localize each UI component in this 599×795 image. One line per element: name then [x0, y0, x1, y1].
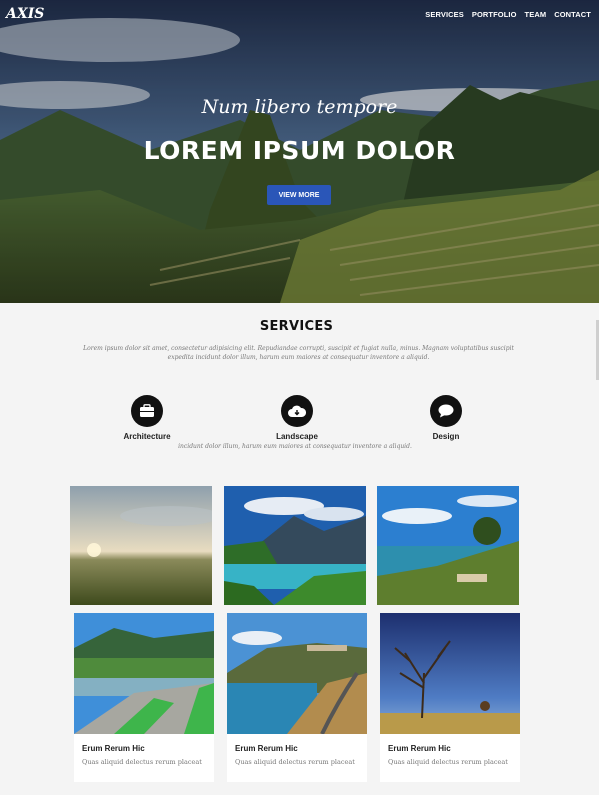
- portfolio-card[interactable]: Erum Rerum Hic Quas aliquid delectus rer…: [380, 734, 520, 782]
- service-design[interactable]: Design: [391, 395, 501, 441]
- nav-link-team[interactable]: TEAM: [525, 10, 547, 19]
- services-note: incidunt dolor illum, harum eum maiores …: [178, 443, 412, 450]
- hero-subtitle: Num libero tempore: [201, 96, 398, 118]
- portfolio-image-lone-tree[interactable]: [380, 613, 520, 734]
- services-heading: SERVICES: [259, 319, 334, 334]
- services-description: Lorem ipsum dolor sit amet, consectetur …: [83, 345, 514, 361]
- service-label-design: Design: [432, 432, 460, 441]
- portfolio-card-title: Erum Rerum Hic: [388, 744, 451, 753]
- portfolio-image-mountain-lake[interactable]: [224, 486, 366, 605]
- portfolio-card-subtitle: Quas aliquid delectus rerum placeat: [388, 758, 508, 766]
- portfolio-image-seaside-bench[interactable]: [377, 486, 519, 605]
- portfolio-card[interactable]: Erum Rerum Hic Quas aliquid delectus rer…: [74, 734, 214, 782]
- site-logo[interactable]: AXIS: [6, 6, 44, 22]
- portfolio-image-sunset-field[interactable]: [70, 486, 212, 605]
- portfolio-card-title: Erum Rerum Hic: [235, 744, 298, 753]
- service-landscape[interactable]: Landscape: [242, 395, 352, 441]
- portfolio-card-title: Erum Rerum Hic: [82, 744, 145, 753]
- portfolio-card[interactable]: Erum Rerum Hic Quas aliquid delectus rer…: [227, 734, 367, 782]
- hero-banner: AXIS SERVICES PORTFOLIO TEAM CONTACT Num…: [0, 0, 599, 303]
- cloud-download-icon: [281, 395, 313, 427]
- hero-title: LOREM IPSUM DOLOR: [143, 136, 456, 165]
- portfolio-image-coastal-bridge[interactable]: [227, 613, 367, 734]
- view-more-button[interactable]: VIEW MORE: [267, 185, 331, 205]
- speech-bubble-icon: [430, 395, 462, 427]
- portfolio-card-subtitle: Quas aliquid delectus rerum placeat: [235, 758, 355, 766]
- nav-link-contact[interactable]: CONTACT: [554, 10, 591, 19]
- portfolio-card-subtitle: Quas aliquid delectus rerum placeat: [82, 758, 202, 766]
- nav-link-services[interactable]: SERVICES: [425, 10, 464, 19]
- service-label-architecture: Architecture: [123, 432, 171, 441]
- briefcase-icon: [131, 395, 163, 427]
- main-nav: SERVICES PORTFOLIO TEAM CONTACT: [425, 10, 591, 19]
- service-architecture[interactable]: Architecture: [92, 395, 202, 441]
- service-label-landscape: Landscape: [276, 432, 318, 441]
- portfolio-image-architecture-park[interactable]: [74, 613, 214, 734]
- nav-link-portfolio[interactable]: PORTFOLIO: [472, 10, 517, 19]
